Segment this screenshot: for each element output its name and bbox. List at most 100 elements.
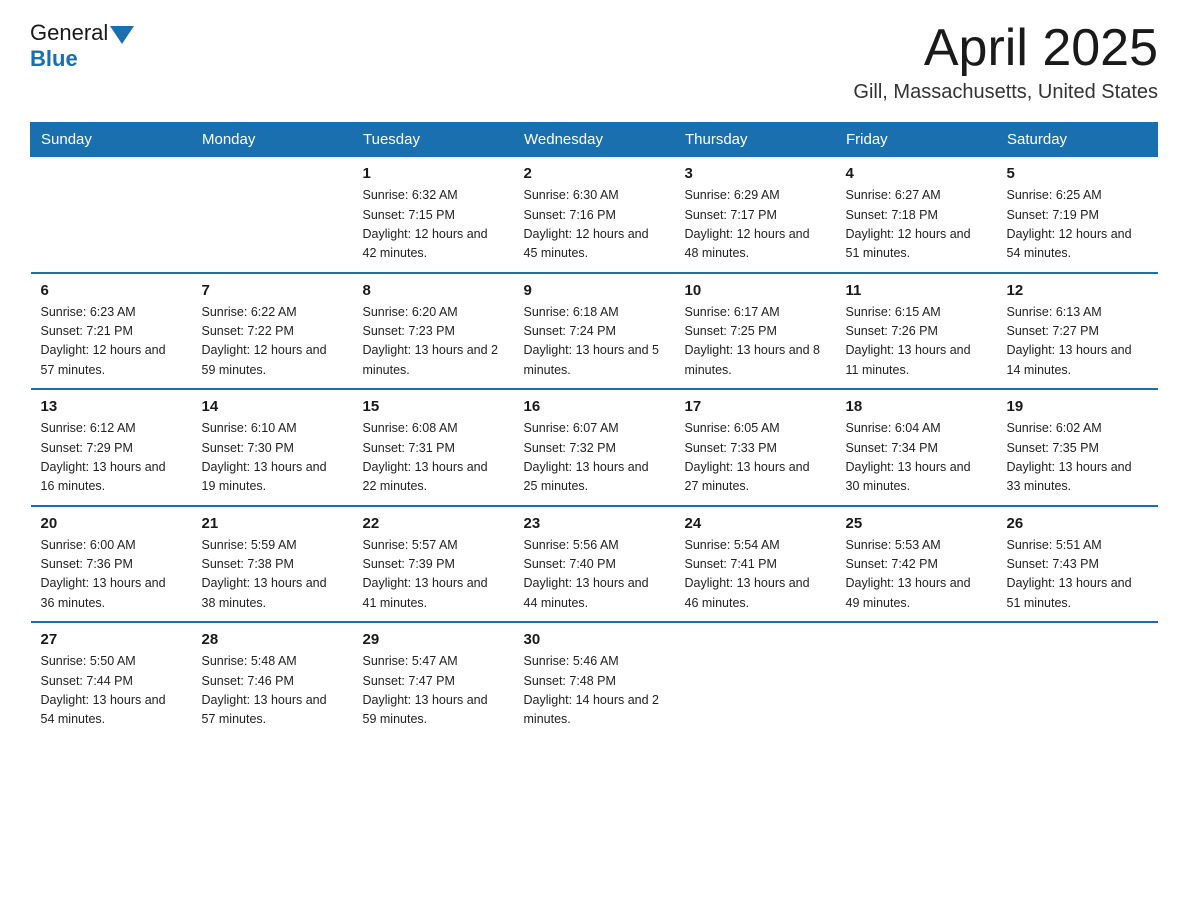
calendar-cell [192,157,353,273]
day-number: 29 [363,631,504,648]
day-number: 5 [1007,165,1148,182]
calendar-cell: 13 Sunrise: 6:12 AMSunset: 7:29 PMDayligh… [31,389,192,506]
calendar-cell: 11 Sunrise: 6:15 AMSunset: 7:26 PMDayligh… [836,273,997,390]
header-friday: Friday [836,123,997,157]
day-number: 16 [524,398,665,415]
day-number: 11 [846,282,987,299]
day-info: Sunrise: 5:53 AMSunset: 7:42 PMDaylight:… [846,536,987,614]
day-number: 10 [685,282,826,299]
day-info: Sunrise: 5:56 AMSunset: 7:40 PMDaylight:… [524,536,665,614]
day-info: Sunrise: 6:02 AMSunset: 7:35 PMDaylight:… [1007,419,1148,497]
day-info: Sunrise: 6:15 AMSunset: 7:26 PMDaylight:… [846,303,987,381]
calendar-week-row: 13 Sunrise: 6:12 AMSunset: 7:29 PMDayligh… [31,389,1158,506]
calendar-cell: 8 Sunrise: 6:20 AMSunset: 7:23 PMDaylight… [353,273,514,390]
day-info: Sunrise: 6:27 AMSunset: 7:18 PMDaylight:… [846,186,987,264]
calendar-cell: 5 Sunrise: 6:25 AMSunset: 7:19 PMDaylight… [997,157,1158,273]
day-info: Sunrise: 6:13 AMSunset: 7:27 PMDaylight:… [1007,303,1148,381]
calendar-cell: 20 Sunrise: 6:00 AMSunset: 7:36 PMDayligh… [31,506,192,623]
day-info: Sunrise: 6:05 AMSunset: 7:33 PMDaylight:… [685,419,826,497]
calendar-cell: 1 Sunrise: 6:32 AMSunset: 7:15 PMDaylight… [353,157,514,273]
day-number: 4 [846,165,987,182]
logo: General Blue [30,20,134,72]
day-number: 2 [524,165,665,182]
calendar-cell: 27 Sunrise: 5:50 AMSunset: 7:44 PMDayligh… [31,622,192,738]
calendar-cell: 29 Sunrise: 5:47 AMSunset: 7:47 PMDayligh… [353,622,514,738]
day-info: Sunrise: 6:12 AMSunset: 7:29 PMDaylight:… [41,419,182,497]
calendar-cell [836,622,997,738]
day-info: Sunrise: 6:23 AMSunset: 7:21 PMDaylight:… [41,303,182,381]
day-info: Sunrise: 5:57 AMSunset: 7:39 PMDaylight:… [363,536,504,614]
logo-text-general: General [30,20,108,46]
day-info: Sunrise: 6:00 AMSunset: 7:36 PMDaylight:… [41,536,182,614]
calendar-cell: 16Sunrise: 6:07 AMSunset: 7:32 PMDayligh… [514,389,675,506]
day-number: 14 [202,398,343,415]
day-info: Sunrise: 6:04 AMSunset: 7:34 PMDaylight:… [846,419,987,497]
day-number: 12 [1007,282,1148,299]
day-number: 9 [524,282,665,299]
day-info: Sunrise: 5:59 AMSunset: 7:38 PMDaylight:… [202,536,343,614]
calendar-week-row: 6 Sunrise: 6:23 AMSunset: 7:21 PMDaylight… [31,273,1158,390]
calendar-cell: 3 Sunrise: 6:29 AMSunset: 7:17 PMDaylight… [675,157,836,273]
calendar-cell: 4 Sunrise: 6:27 AMSunset: 7:18 PMDaylight… [836,157,997,273]
day-info: Sunrise: 6:30 AMSunset: 7:16 PMDaylight:… [524,186,665,264]
day-number: 24 [685,515,826,532]
day-info: Sunrise: 6:29 AMSunset: 7:17 PMDaylight:… [685,186,826,264]
calendar-cell: 10 Sunrise: 6:17 AMSunset: 7:25 PMDayligh… [675,273,836,390]
header-sunday: Sunday [31,123,192,157]
calendar-title: April 2025 [853,20,1158,77]
day-info: Sunrise: 6:25 AMSunset: 7:19 PMDaylight:… [1007,186,1148,264]
day-number: 23 [524,515,665,532]
day-number: 20 [41,515,182,532]
calendar-cell: 24 Sunrise: 5:54 AMSunset: 7:41 PMDayligh… [675,506,836,623]
day-number: 3 [685,165,826,182]
day-info: Sunrise: 5:46 AMSunset: 7:48 PMDaylight:… [524,652,665,730]
day-info: Sunrise: 6:22 AMSunset: 7:22 PMDaylight:… [202,303,343,381]
day-number: 19 [1007,398,1148,415]
calendar-cell: 14Sunrise: 6:10 AMSunset: 7:30 PMDayligh… [192,389,353,506]
day-number: 7 [202,282,343,299]
calendar-week-row: 20 Sunrise: 6:00 AMSunset: 7:36 PMDayligh… [31,506,1158,623]
day-number: 28 [202,631,343,648]
calendar-cell: 25 Sunrise: 5:53 AMSunset: 7:42 PMDayligh… [836,506,997,623]
header-tuesday: Tuesday [353,123,514,157]
day-number: 13 [41,398,182,415]
day-info: Sunrise: 6:32 AMSunset: 7:15 PMDaylight:… [363,186,504,264]
day-number: 6 [41,282,182,299]
day-info: Sunrise: 6:08 AMSunset: 7:31 PMDaylight:… [363,419,504,497]
logo-text-blue: Blue [30,46,78,72]
day-info: Sunrise: 6:18 AMSunset: 7:24 PMDaylight:… [524,303,665,381]
calendar-cell [31,157,192,273]
day-number: 21 [202,515,343,532]
page-header: General Blue April 2025 Gill, Massachuse… [30,20,1158,104]
day-number: 27 [41,631,182,648]
calendar-cell: 9 Sunrise: 6:18 AMSunset: 7:24 PMDaylight… [514,273,675,390]
day-number: 1 [363,165,504,182]
header-thursday: Thursday [675,123,836,157]
day-number: 26 [1007,515,1148,532]
weekday-header-row: Sunday Monday Tuesday Wednesday Thursday… [31,123,1158,157]
calendar-cell: 23 Sunrise: 5:56 AMSunset: 7:40 PMDayligh… [514,506,675,623]
logo-triangle-icon [110,26,134,44]
day-info: Sunrise: 6:20 AMSunset: 7:23 PMDaylight:… [363,303,504,381]
calendar-cell: 6 Sunrise: 6:23 AMSunset: 7:21 PMDaylight… [31,273,192,390]
day-info: Sunrise: 6:17 AMSunset: 7:25 PMDaylight:… [685,303,826,381]
day-info: Sunrise: 5:50 AMSunset: 7:44 PMDaylight:… [41,652,182,730]
calendar-cell: 15Sunrise: 6:08 AMSunset: 7:31 PMDayligh… [353,389,514,506]
calendar-cell: 21 Sunrise: 5:59 AMSunset: 7:38 PMDayligh… [192,506,353,623]
calendar-table: Sunday Monday Tuesday Wednesday Thursday… [30,122,1158,738]
calendar-cell [675,622,836,738]
calendar-cell: 26Sunrise: 5:51 AMSunset: 7:43 PMDayligh… [997,506,1158,623]
calendar-cell: 30Sunrise: 5:46 AMSunset: 7:48 PMDayligh… [514,622,675,738]
day-number: 8 [363,282,504,299]
calendar-cell: 18 Sunrise: 6:04 AMSunset: 7:34 PMDayligh… [836,389,997,506]
calendar-week-row: 1 Sunrise: 6:32 AMSunset: 7:15 PMDaylight… [31,157,1158,273]
day-info: Sunrise: 5:47 AMSunset: 7:47 PMDaylight:… [363,652,504,730]
day-number: 25 [846,515,987,532]
day-number: 18 [846,398,987,415]
header-saturday: Saturday [997,123,1158,157]
header-wednesday: Wednesday [514,123,675,157]
logo-top-row: General [30,20,134,46]
day-info: Sunrise: 5:54 AMSunset: 7:41 PMDaylight:… [685,536,826,614]
calendar-week-row: 27 Sunrise: 5:50 AMSunset: 7:44 PMDayligh… [31,622,1158,738]
day-number: 17 [685,398,826,415]
